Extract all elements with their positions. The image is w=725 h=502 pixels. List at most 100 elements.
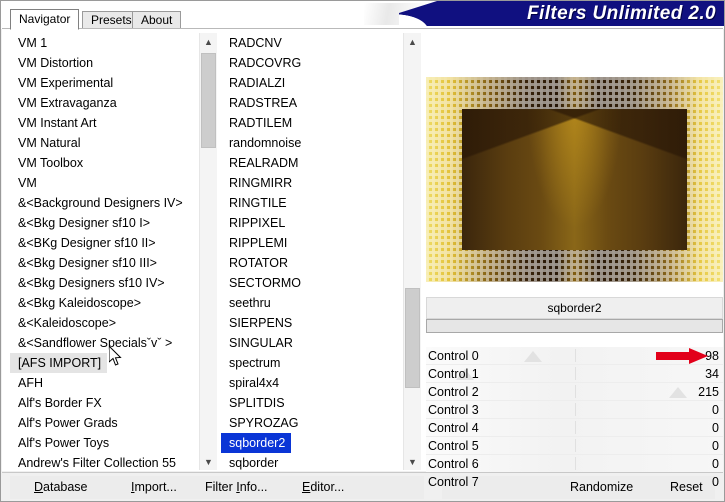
category-listbox[interactable]: VM 1 VM Distortion VM Experimental VM Extra… [10,33,217,470]
list-item[interactable]: VM Natural [10,133,199,153]
toolbar-left-group: Database Import... Filter Info... Editor… [10,476,424,499]
control-value: 0 [712,421,719,435]
list-item[interactable]: &<BKg Designer sf10 II> [10,233,199,253]
list-item[interactable]: VM Instant Art [10,113,199,133]
list-item[interactable]: RADSTREA [221,93,403,113]
toolbar-right-group: Randomize Reset [442,476,715,499]
list-item[interactable]: RADTILEM [221,113,403,133]
scrollbar-thumb[interactable] [201,53,216,148]
control-label: Control 3 [428,403,479,417]
list-item[interactable]: RIPPIXEL [221,213,403,233]
reset-button[interactable]: Reset [670,476,703,499]
control-value: 0 [712,403,719,417]
list-item[interactable]: VM 1 [10,33,199,53]
control-value: 0 [712,475,719,489]
category-list-items[interactable]: VM 1 VM Distortion VM Experimental VM Extra… [10,33,199,470]
list-item[interactable]: ROTATOR [221,253,403,273]
preview-inner-region [462,109,687,250]
list-item[interactable]: RIPPLEMI [221,233,403,253]
slider-knob[interactable] [669,387,688,398]
list-item[interactable]: SPYROZAG [221,413,403,433]
control-slider-row[interactable]: Control 3 0 [426,401,723,419]
list-item[interactable]: Alf's Border FX [10,393,199,413]
control-label: Control 2 [428,385,479,399]
tab-strip: Navigator Presets About [2,9,422,30]
list-item[interactable]: SPLITDIS [221,393,403,413]
list-item[interactable]: RADCNV [221,33,403,53]
control-label: Control 7 [428,475,479,489]
list-item[interactable]: SECTORMO [221,273,403,293]
database-button[interactable]: Database [34,476,88,499]
list-item[interactable]: REALRADM [221,153,403,173]
control-value: 0 [712,457,719,471]
control-slider-row[interactable]: Control 2 215 [426,383,723,401]
list-item[interactable]: spiral4x4 [221,373,403,393]
control-slider-row[interactable]: Control 1 34 [426,365,723,383]
bottom-toolbar: Database Import... Filter Info... Editor… [2,472,723,501]
slider-knob[interactable] [523,351,542,362]
list-item[interactable]: &<Bkg Designer sf10 I> [10,213,199,233]
tab-about[interactable]: About [132,11,182,29]
list-item[interactable]: VM Toolbox [10,153,199,173]
list-item[interactable]: RADCOVRG [221,53,403,73]
list-item[interactable]: &<Bkg Designers sf10 IV> [10,273,199,293]
control-label: Control 1 [428,367,479,381]
selected-filter-name: sqborder2 [426,297,723,319]
control-sliders: Control 0 98 Control 1 34 Control 2 215 Contro… [426,347,723,492]
list-item[interactable]: AFH [10,373,199,393]
list-item[interactable]: randomnoise [221,133,403,153]
list-item[interactable]: &<Background Designers IV> [10,193,199,213]
filter-list-items[interactable]: RADCNV RADCOVRG RADIALZI RADSTREA RADTILEM ra… [221,33,403,470]
list-item[interactable]: &<Kaleidoscope> [10,313,199,333]
scroll-up-icon[interactable]: ▲ [200,33,217,50]
control-value: 0 [712,439,719,453]
filter-preview-image [426,77,723,282]
filter-listbox[interactable]: RADCNV RADCOVRG RADIALZI RADSTREA RADTILEM ra… [221,33,421,470]
editor-button[interactable]: Editor... [302,476,344,499]
scrollbar-thumb[interactable] [405,288,420,388]
list-item[interactable]: RINGTILE [221,193,403,213]
randomize-button[interactable]: Randomize [570,476,633,499]
list-item[interactable]: &<Sandflower Specialsˇvˇ > [10,333,199,353]
scroll-down-icon[interactable]: ▼ [200,453,217,470]
control-slider-row[interactable]: Control 0 98 [426,347,723,365]
list-item[interactable]: VM Distortion [10,53,199,73]
navigator-panel: VM 1 VM Distortion VM Experimental VM Extra… [2,28,723,491]
list-item[interactable]: RINGMIRR [221,173,403,193]
control-value: 34 [705,367,719,381]
list-item[interactable]: RADIALZI [221,73,403,93]
list-item[interactable]: Alf's Power Toys [10,433,199,453]
list-item[interactable]: &<Bkg Kaleidoscope> [10,293,199,313]
list-item[interactable]: Andrew's Filter Collection 55 [10,453,199,470]
preview-horizontal-scrollbar[interactable] [426,319,723,333]
scroll-down-icon[interactable]: ▼ [404,453,421,470]
filter-info-button[interactable]: Filter Info... [205,476,268,499]
control-value: 215 [698,385,719,399]
red-pointer-arrow-icon [656,348,708,364]
category-scrollbar[interactable]: ▲ ▼ [199,33,217,470]
list-item[interactable]: &<Bkg Designer sf10 III> [10,253,199,273]
list-item[interactable]: VM Experimental [10,73,199,93]
control-label: Control 6 [428,457,479,471]
list-item[interactable]: sqborder2 [221,433,292,453]
import-button[interactable]: Import... [131,476,177,499]
filter-scrollbar[interactable]: ▲ ▼ [403,33,421,470]
list-item[interactable]: VM [10,173,199,193]
list-item[interactable]: seethru [221,293,403,313]
control-label: Control 4 [428,421,479,435]
control-label: Control 0 [428,349,479,363]
list-item[interactable]: Alf's Power Grads [10,413,199,433]
list-item[interactable]: SINGULAR [221,333,403,353]
list-item[interactable]: VM Extravaganza [10,93,199,113]
tab-navigator[interactable]: Navigator [10,9,80,30]
control-label: Control 5 [428,439,479,453]
control-slider-row[interactable]: Control 5 0 [426,437,723,455]
control-slider-row[interactable]: Control 4 0 [426,419,723,437]
control-slider-row[interactable]: Control 6 0 [426,455,723,473]
list-item[interactable]: sqborder [221,453,403,470]
list-item[interactable]: [AFS IMPORT] [10,353,108,373]
list-item[interactable]: spectrum [221,353,403,373]
app-title: Filters Unlimited 2.0 [527,3,716,24]
scroll-up-icon[interactable]: ▲ [404,33,421,50]
list-item[interactable]: SIERPENS [221,313,403,333]
